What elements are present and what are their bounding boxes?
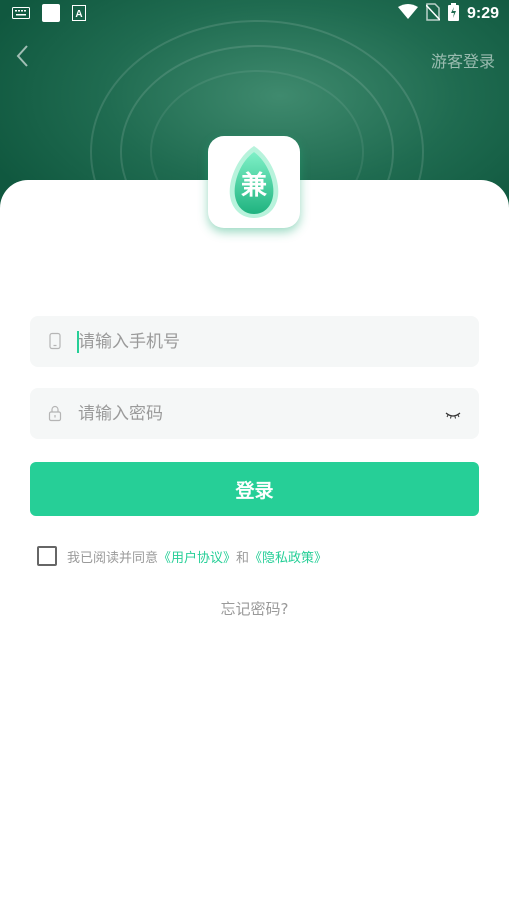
wifi-icon	[397, 4, 418, 24]
phone-icon	[46, 332, 64, 350]
password-input[interactable]	[78, 388, 438, 439]
keyboard-icon	[12, 7, 30, 23]
back-button[interactable]	[8, 44, 36, 72]
status-time: 9:29	[466, 5, 499, 22]
notification-square-icon	[42, 4, 60, 26]
logo-character: 兼	[241, 170, 267, 201]
svg-text:A: A	[75, 9, 82, 20]
lock-icon	[46, 404, 64, 422]
eye-closed-icon[interactable]	[445, 406, 461, 419]
guest-login-link[interactable]: 游客登录	[431, 48, 495, 72]
status-bar: A 9:29	[0, 0, 509, 28]
no-sim-icon	[425, 3, 441, 25]
user-agreement-link[interactable]: 《用户协议》	[158, 547, 236, 566]
chevron-left-icon	[15, 44, 29, 72]
forgot-password-link[interactable]: 忘记密码?	[0, 598, 509, 619]
password-field[interactable]	[30, 388, 479, 439]
app-logo: 兼	[208, 136, 300, 228]
egg-logo-icon: 兼	[229, 146, 279, 218]
agreement-checkbox[interactable]	[37, 546, 57, 566]
login-button[interactable]: 登录	[30, 462, 479, 516]
privacy-policy-link[interactable]: 《隐私政策》	[249, 547, 327, 566]
agreement-and: 和	[236, 550, 250, 566]
phone-field[interactable]	[30, 316, 479, 367]
text-icon: A	[72, 5, 86, 25]
login-card	[0, 180, 509, 904]
agreement-row: 我已阅读并同意 《用户协议》 和 《隐私政策》	[37, 546, 327, 566]
agreement-prefix: 我已阅读并同意	[67, 550, 159, 566]
battery-charging-icon	[447, 3, 459, 25]
phone-input[interactable]	[78, 316, 438, 367]
